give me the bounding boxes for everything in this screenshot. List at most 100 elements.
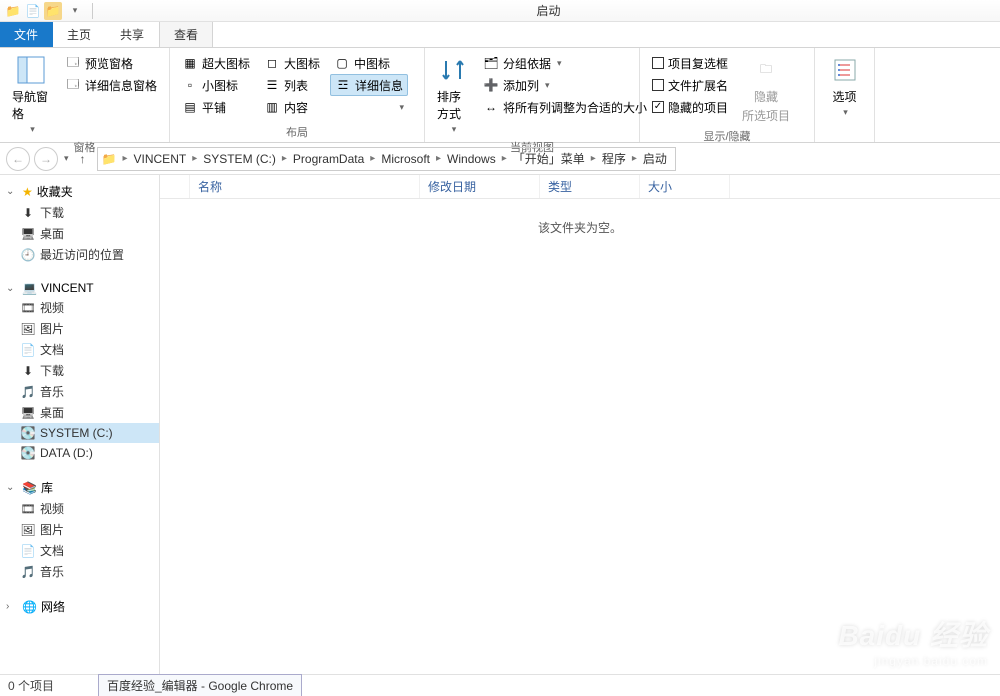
- sidebar-item-data-d[interactable]: 💽DATA (D:): [0, 443, 159, 463]
- crumb-sep-icon[interactable]: ▸: [434, 153, 443, 164]
- sidebar-item-documents[interactable]: 📄文档: [0, 339, 159, 360]
- item-label: DATA (D:): [40, 446, 93, 460]
- sort-button[interactable]: 排序方式 ▾: [433, 52, 473, 137]
- column-headers: 名称 修改日期 类型 大小: [160, 175, 1000, 199]
- item-label: 视频: [40, 299, 64, 316]
- qat-dropdown-icon[interactable]: ▾: [66, 2, 84, 20]
- fit-cols-button[interactable]: ↔将所有列调整为合适的大小: [479, 96, 651, 118]
- music-icon: 🎵: [20, 384, 36, 400]
- col-date[interactable]: 修改日期: [420, 175, 540, 198]
- group-label-options: [823, 126, 866, 140]
- crumb-sep-icon[interactable]: ▸: [589, 153, 598, 164]
- sidebar-item-desktop[interactable]: 🖥桌面: [0, 223, 159, 244]
- forward-button[interactable]: →: [34, 147, 58, 171]
- crumb-3[interactable]: Microsoft: [377, 152, 434, 166]
- sidebar-favorites[interactable]: ⌄★收藏夹: [0, 181, 159, 202]
- ribbon-group-showhide: 项目复选框 文件扩展名 ✓隐藏的项目 🗀 隐藏 所选项目 显示/隐藏: [640, 48, 815, 142]
- crumb-4[interactable]: Windows: [443, 152, 500, 166]
- sidebar-item-lib-pictures[interactable]: 🖼图片: [0, 519, 159, 540]
- preview-pane-button[interactable]: 🗔预览窗格: [61, 52, 161, 74]
- sidebar-item-system-c[interactable]: 💽SYSTEM (C:): [0, 423, 159, 443]
- sidebar-item-downloads[interactable]: ⬇下载: [0, 202, 159, 223]
- up-button[interactable]: ↑: [73, 149, 93, 169]
- network-label: 网络: [41, 598, 65, 615]
- details-view-icon: ☲: [335, 77, 351, 93]
- layout-more-button[interactable]: ▾: [330, 96, 408, 118]
- tab-file[interactable]: 文件: [0, 22, 53, 47]
- folder-icon: 📁: [4, 2, 22, 20]
- add-cols-button[interactable]: ➕添加列▾: [479, 74, 651, 96]
- pc-label: VINCENT: [41, 281, 94, 295]
- details-pane-button[interactable]: 🗔详细信息窗格: [61, 74, 161, 96]
- crumb-sep-icon[interactable]: ▸: [368, 153, 377, 164]
- fit-cols-label: 将所有列调整为合适的大小: [503, 99, 647, 116]
- taskbar-item-chrome[interactable]: 百度经验_编辑器 - Google Chrome: [98, 674, 302, 696]
- content-button[interactable]: ▥内容: [260, 96, 324, 118]
- sidebar-libraries[interactable]: ⌄📚库: [0, 477, 159, 498]
- crumb-sep-icon[interactable]: ▸: [120, 153, 129, 164]
- tab-home[interactable]: 主页: [53, 22, 106, 47]
- tab-view[interactable]: 查看: [159, 22, 213, 47]
- list-button[interactable]: ☰列表: [260, 74, 324, 96]
- history-dropdown-icon[interactable]: ▾: [64, 153, 69, 164]
- expand-icon: ›: [6, 601, 18, 612]
- list-label: 列表: [284, 77, 308, 94]
- col-checkbox[interactable]: [160, 175, 190, 198]
- collapse-icon: ⌄: [6, 482, 18, 493]
- list-icon: ☰: [264, 77, 280, 93]
- s-icons-button[interactable]: ▫小图标: [178, 74, 254, 96]
- crumb-0[interactable]: VINCENT: [130, 152, 191, 166]
- document-icon: 📄: [20, 543, 36, 559]
- new-folder-icon[interactable]: 📄: [24, 2, 42, 20]
- star-icon: ★: [22, 185, 33, 199]
- tab-share[interactable]: 共享: [106, 22, 159, 47]
- checkbox-checked-icon: ✓: [652, 101, 664, 113]
- extensions-toggle[interactable]: 文件扩展名: [648, 74, 732, 96]
- m-icons-button[interactable]: ▢中图标: [330, 52, 408, 74]
- options-button[interactable]: 选项 ▾: [825, 52, 865, 120]
- back-button[interactable]: ←: [6, 147, 30, 171]
- qat-overflow-icon[interactable]: 📁: [44, 2, 62, 20]
- tiles-button[interactable]: ▤平铺: [178, 96, 254, 118]
- details-view-button[interactable]: ☲详细信息: [330, 74, 408, 96]
- group-by-label: 分组依据: [503, 55, 551, 72]
- nav-pane-button[interactable]: 导航窗格 ▾: [8, 52, 55, 137]
- col-type[interactable]: 类型: [540, 175, 640, 198]
- hidden-toggle[interactable]: ✓隐藏的项目: [648, 96, 732, 118]
- hide-icon: 🗀: [750, 54, 782, 86]
- sidebar-item-lib-music[interactable]: 🎵音乐: [0, 561, 159, 582]
- sidebar-item-lib-videos[interactable]: 🎞视频: [0, 498, 159, 519]
- crumb-sep-icon[interactable]: ▸: [190, 153, 199, 164]
- details-pane-label: 详细信息窗格: [85, 77, 157, 94]
- desktop-icon: 🖥: [20, 405, 36, 421]
- crumb-sep-icon[interactable]: ▸: [630, 153, 639, 164]
- sidebar-item-downloads2[interactable]: ⬇下载: [0, 360, 159, 381]
- sidebar-item-desktop2[interactable]: 🖥桌面: [0, 402, 159, 423]
- sidebar-item-videos[interactable]: 🎞视频: [0, 297, 159, 318]
- sidebar-item-music[interactable]: 🎵音乐: [0, 381, 159, 402]
- sidebar-network[interactable]: ›🌐网络: [0, 596, 159, 617]
- crumb-sep-icon[interactable]: ▸: [280, 153, 289, 164]
- col-size[interactable]: 大小: [640, 175, 730, 198]
- group-by-button[interactable]: 🗂分组依据▾: [479, 52, 651, 74]
- fit-cols-icon: ↔: [483, 99, 499, 115]
- xl-icons-button[interactable]: ▦超大图标: [178, 52, 254, 74]
- checkbox-icon: [652, 79, 664, 91]
- crumb-2[interactable]: ProgramData: [289, 152, 368, 166]
- crumb-7[interactable]: 启动: [639, 150, 671, 167]
- col-name[interactable]: 名称: [190, 175, 420, 198]
- crumb-sep-icon[interactable]: ▸: [500, 153, 509, 164]
- sidebar-item-pictures[interactable]: 🖼图片: [0, 318, 159, 339]
- sidebar-item-recent[interactable]: 🕘最近访问的位置: [0, 244, 159, 265]
- crumb-5[interactable]: 「开始」菜单: [509, 150, 589, 167]
- crumb-6[interactable]: 程序: [598, 150, 630, 167]
- sidebar-item-lib-documents[interactable]: 📄文档: [0, 540, 159, 561]
- checkboxes-toggle[interactable]: 项目复选框: [648, 52, 732, 74]
- content-area: 名称 修改日期 类型 大小 该文件夹为空。: [160, 175, 1000, 674]
- preview-pane-label: 预览窗格: [85, 55, 133, 72]
- l-icons-button[interactable]: ◻大图标: [260, 52, 324, 74]
- tiles-label: 平铺: [202, 99, 226, 116]
- breadcrumb[interactable]: 📁 ▸ VINCENT▸ SYSTEM (C:)▸ ProgramData▸ M…: [97, 147, 676, 171]
- crumb-1[interactable]: SYSTEM (C:): [199, 152, 280, 166]
- sidebar-pc[interactable]: ⌄💻VINCENT: [0, 279, 159, 297]
